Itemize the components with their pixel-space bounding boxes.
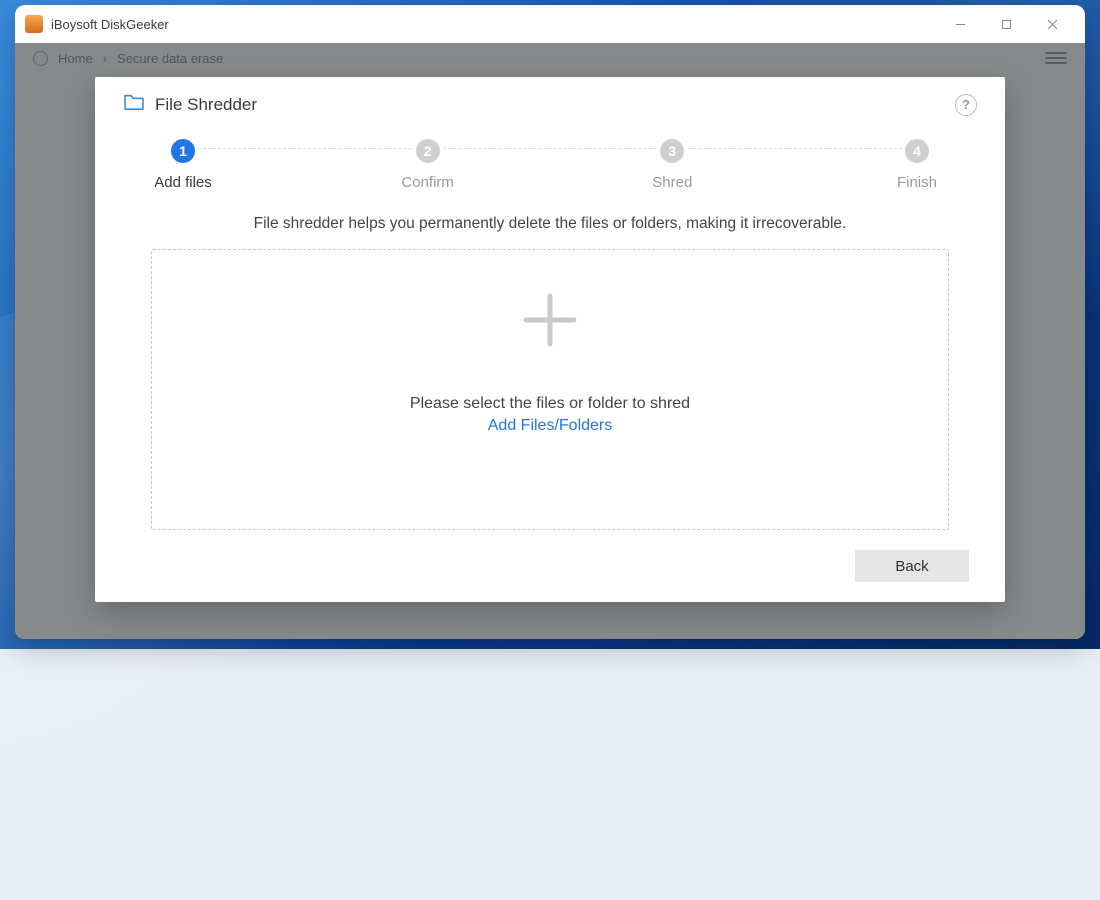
- step-number: 1: [168, 136, 198, 166]
- step-label: Confirm: [401, 174, 454, 191]
- step-number: 3: [657, 136, 687, 166]
- modal-header: File Shredder ?: [123, 93, 977, 116]
- app-icon: [25, 15, 43, 33]
- step-confirm: 2 Confirm: [398, 136, 458, 191]
- file-shredder-modal: File Shredder ? 1 Add files 2 Confirm 3 …: [95, 77, 1005, 602]
- modal-description: File shredder helps you permanently dele…: [123, 215, 977, 233]
- window-controls: [937, 9, 1075, 39]
- step-finish: 4 Finish: [887, 136, 947, 191]
- modal-footer: Back: [123, 550, 977, 582]
- back-button[interactable]: Back: [855, 550, 969, 582]
- step-shred: 3 Shred: [642, 136, 702, 191]
- step-add-files: 1 Add files: [153, 136, 213, 191]
- step-number: 2: [413, 136, 443, 166]
- close-button[interactable]: [1029, 9, 1075, 39]
- step-number: 4: [902, 136, 932, 166]
- question-mark-icon: ?: [962, 97, 970, 112]
- plus-icon: [520, 290, 580, 355]
- modal-title: File Shredder: [155, 95, 257, 115]
- app-title: iBoysoft DiskGeeker: [51, 17, 169, 32]
- step-label: Shred: [652, 174, 692, 191]
- add-files-link[interactable]: Add Files/Folders: [488, 417, 613, 435]
- app-window: iBoysoft DiskGeeker Home › Secure data e…: [15, 5, 1085, 639]
- step-label: Finish: [897, 174, 937, 191]
- stepper: 1 Add files 2 Confirm 3 Shred 4 Finish: [123, 136, 977, 191]
- folder-icon: [123, 93, 145, 116]
- titlebar[interactable]: iBoysoft DiskGeeker: [15, 5, 1085, 43]
- minimize-button[interactable]: [937, 9, 983, 39]
- step-label: Add files: [154, 174, 212, 191]
- dropzone[interactable]: Please select the files or folder to shr…: [151, 249, 949, 530]
- dropzone-prompt: Please select the files or folder to shr…: [410, 395, 690, 413]
- help-button[interactable]: ?: [955, 94, 977, 116]
- maximize-button[interactable]: [983, 9, 1029, 39]
